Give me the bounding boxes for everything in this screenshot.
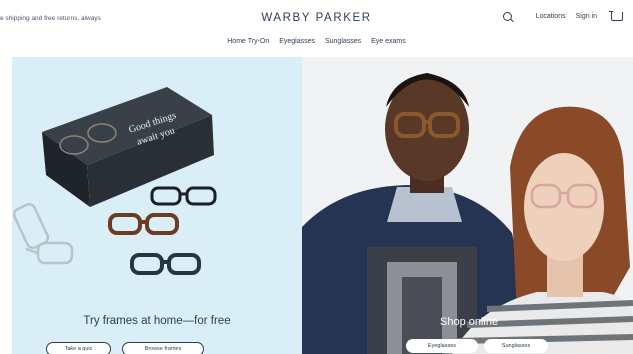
- shop-sunglasses-button[interactable]: Sunglasses: [484, 339, 548, 353]
- shop-online-label: Shop online: [440, 316, 499, 328]
- nav-item-eyeglasses[interactable]: Eyeglasses: [279, 38, 315, 45]
- home-try-on-hero: Good things await you Try frames at home…: [12, 57, 302, 354]
- site-header: e shipping and free returns, always WARB…: [0, 0, 633, 57]
- glasses-frame-clear: [12, 203, 74, 265]
- search-icon[interactable]: [502, 12, 512, 21]
- shop-online-hero: [302, 57, 633, 354]
- take-quiz-button[interactable]: Take a quiz: [46, 342, 111, 354]
- sign-in-link[interactable]: Sign in: [576, 13, 597, 20]
- glasses-frame-3: [130, 253, 201, 275]
- nav-item-home-try-on[interactable]: Home Try-On: [227, 38, 269, 45]
- try-on-tagline: Try frames at home—for free: [83, 315, 231, 327]
- try-on-box-illustration: Good things await you: [12, 87, 217, 275]
- locations-link[interactable]: Locations: [536, 13, 566, 20]
- glasses-frame-1: [150, 186, 217, 206]
- shop-eyeglasses-button[interactable]: Eyeglasses: [406, 339, 478, 353]
- browse-frames-button[interactable]: Browse frames: [122, 342, 204, 354]
- header-tools: Locations Sign in: [502, 11, 623, 21]
- models-photo: [302, 73, 633, 354]
- nav-item-sunglasses[interactable]: Sunglasses: [325, 38, 361, 45]
- nav-item-eye-exams[interactable]: Eye exams: [371, 38, 406, 45]
- glasses-frame-2: [108, 213, 179, 235]
- cart-icon[interactable]: [609, 11, 623, 21]
- main-nav: Home Try-On Eyeglasses Sunglasses Eye ex…: [0, 38, 633, 45]
